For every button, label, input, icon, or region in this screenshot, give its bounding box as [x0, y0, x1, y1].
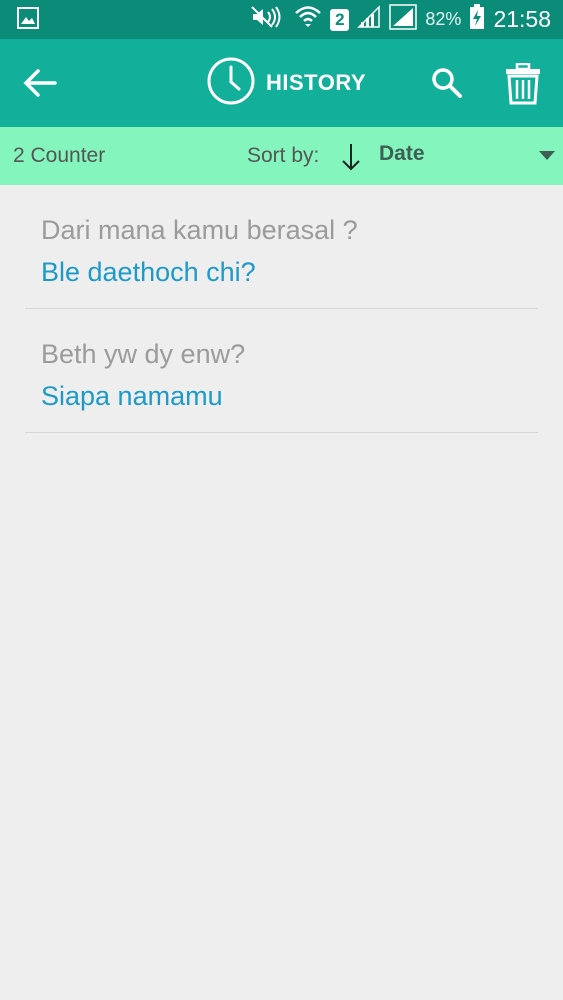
translation-text: Siapa namamu — [41, 381, 223, 411]
history-counter: 2 Counter — [13, 144, 106, 167]
sort-direction-icon[interactable] — [340, 142, 362, 177]
signal-full-icon — [389, 4, 418, 35]
sort-bar: 2 Counter Sort by: Date — [0, 127, 563, 185]
sim-badge-icon: 2 — [330, 8, 350, 31]
signal-icon — [357, 5, 381, 34]
sort-label: Sort by: — [247, 144, 320, 167]
list-item[interactable]: Beth yw dy enw? Siapa namamu — [25, 309, 538, 433]
clock-icon — [206, 56, 256, 111]
clock-time: 21:58 — [493, 6, 551, 32]
title-group: HISTORY — [206, 56, 367, 111]
mute-icon — [250, 5, 286, 34]
charging-icon — [469, 4, 485, 35]
translation-text: Ble daethoch chi? — [41, 257, 256, 287]
source-text: Beth yw dy enw? — [41, 339, 246, 369]
dropdown-arrow-icon[interactable] — [539, 151, 555, 160]
source-text: Dari mana kamu berasal ? — [41, 215, 358, 245]
history-list: Dari mana kamu berasal ? Ble daethoch ch… — [0, 185, 563, 433]
status-bar: 2 82% 21:58 — [0, 0, 563, 39]
sort-select[interactable]: Date — [379, 142, 425, 166]
gallery-icon — [17, 7, 39, 34]
battery-percent: 82% — [425, 9, 462, 29]
list-item[interactable]: Dari mana kamu berasal ? Ble daethoch ch… — [25, 185, 538, 309]
page-title: HISTORY — [266, 70, 367, 95]
app-bar: HISTORY — [0, 39, 563, 127]
search-icon[interactable] — [430, 66, 464, 100]
wifi-icon — [294, 4, 322, 35]
back-arrow-icon[interactable] — [22, 65, 58, 101]
trash-icon[interactable] — [505, 62, 541, 105]
